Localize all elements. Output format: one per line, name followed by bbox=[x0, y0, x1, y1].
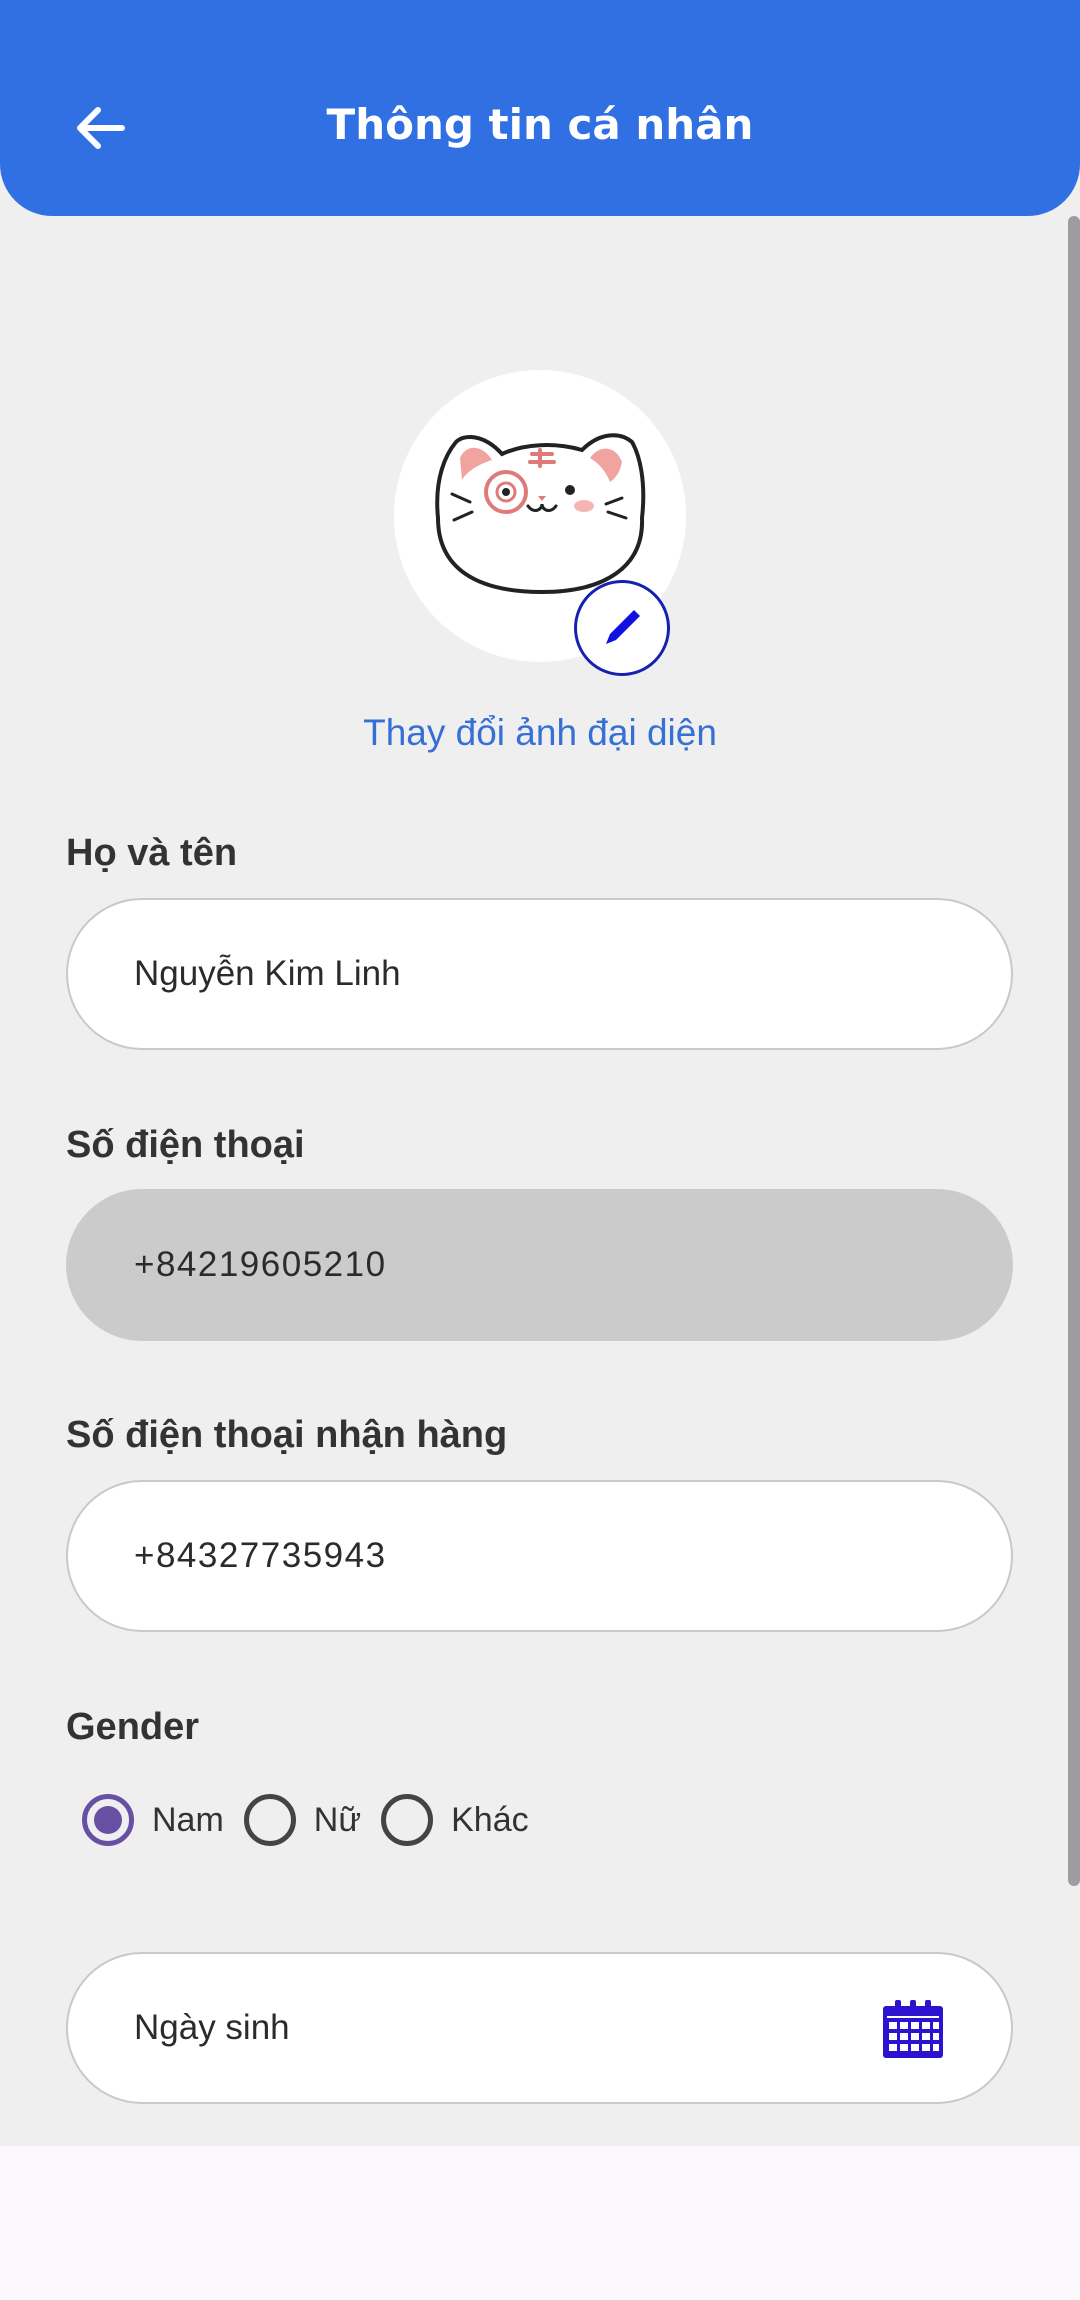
gender-option-nu-label[interactable]: Nữ bbox=[314, 1801, 361, 1840]
gender-radio-khac[interactable] bbox=[381, 1794, 434, 1846]
birthday-placeholder: Ngày sinh bbox=[134, 2008, 290, 2047]
full-name-field[interactable]: Nguyễn Kim Linh bbox=[66, 898, 1013, 1050]
gender-radio-group: Nam Nữ Khác bbox=[82, 1792, 549, 1848]
full-name-label: Họ và tên bbox=[66, 832, 238, 874]
change-avatar-link[interactable]: Thay đổi ảnh đại diện bbox=[0, 712, 1080, 754]
delivery-phone-label: Số điện thoại nhận hàng bbox=[66, 1414, 508, 1456]
gender-label: Gender bbox=[66, 1706, 200, 1748]
gender-option-nam-label[interactable]: Nam bbox=[152, 1801, 224, 1840]
delivery-phone-field[interactable]: +84327735943 bbox=[66, 1480, 1013, 1632]
phone-field: +84219605210 bbox=[66, 1189, 1013, 1341]
pencil-icon bbox=[606, 610, 640, 644]
gender-radio-nu[interactable] bbox=[243, 1794, 296, 1846]
phone-value: +84219605210 bbox=[134, 1245, 387, 1284]
delivery-phone-value: +84327735943 bbox=[134, 1536, 387, 1575]
birthday-field[interactable]: Ngày sinh bbox=[66, 1952, 1013, 2104]
edit-avatar-button[interactable] bbox=[574, 580, 670, 676]
radio-selected-dot bbox=[94, 1806, 122, 1834]
full-name-value: Nguyễn Kim Linh bbox=[134, 954, 401, 993]
calendar-button[interactable] bbox=[881, 2000, 945, 2060]
page-title: Thông tin cá nhân bbox=[326, 100, 754, 149]
phone-label: Số điện thoại bbox=[66, 1124, 305, 1166]
scrollbar[interactable] bbox=[1068, 216, 1080, 1886]
app-header: Thông tin cá nhân bbox=[0, 0, 1080, 216]
gender-option-khac-label[interactable]: Khác bbox=[451, 1801, 529, 1840]
calendar-icon bbox=[883, 2000, 943, 2058]
gender-radio-nam[interactable] bbox=[82, 1794, 134, 1846]
